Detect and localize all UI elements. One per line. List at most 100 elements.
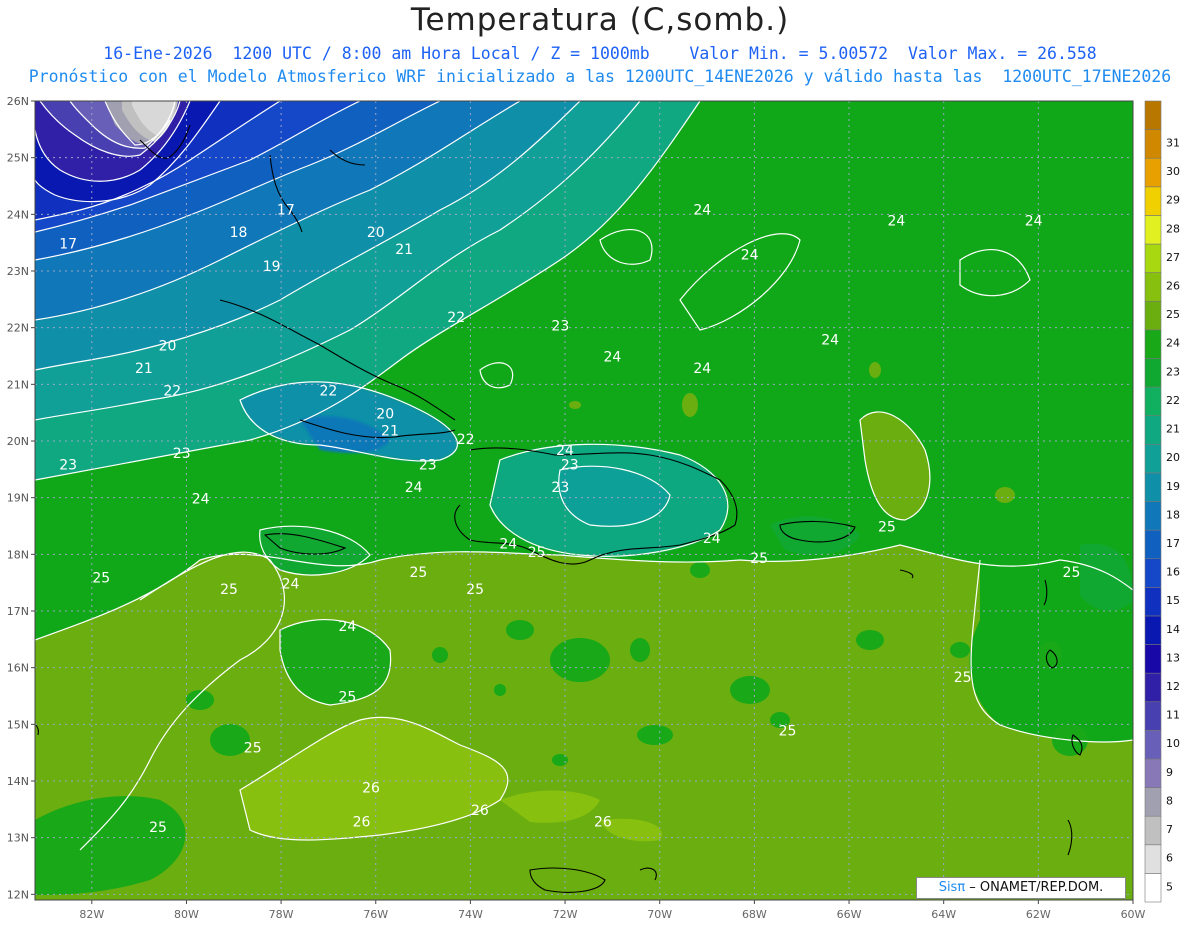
colorbar-label: 20 [1166, 451, 1180, 464]
colorbar-label: 27 [1166, 251, 1180, 264]
contour-label: 20 [367, 225, 385, 241]
colorbar-label: 10 [1166, 737, 1180, 750]
colorbar-label: 31 [1166, 136, 1180, 149]
contour-label: 26 [471, 803, 489, 819]
lon-tick-label: 74W [458, 908, 483, 921]
colorbar-swatch [1144, 243, 1162, 273]
colorbar-swatch [1144, 529, 1162, 560]
colorbar-swatch [1144, 844, 1162, 874]
contour-label: 21 [135, 361, 153, 377]
lat-tick-label: 21N [7, 378, 29, 391]
lon-tick-label: 80W [174, 908, 199, 921]
contour-label: 20 [376, 406, 394, 422]
colorbar-swatch [1144, 100, 1162, 130]
contour-label: 24 [405, 480, 423, 496]
lon-tick-label: 66W [837, 908, 862, 921]
colorbar-label: 18 [1166, 508, 1180, 521]
lat-tick-label: 26N [7, 95, 29, 108]
colorbar-swatch [1144, 587, 1162, 617]
contour-label: 24 [821, 333, 839, 349]
contour-label: 26 [353, 814, 371, 830]
contour-label: 25 [528, 545, 546, 561]
colorbar-label: 11 [1166, 709, 1180, 722]
colorbar-swatch [1144, 186, 1162, 216]
contour-label: 25 [878, 520, 896, 536]
contour-label: 24 [1025, 214, 1043, 230]
colorbar-label: 13 [1166, 651, 1180, 664]
contour-label: 23 [419, 457, 437, 473]
lon-tick-label: 78W [269, 908, 294, 921]
contour-label: 25 [954, 670, 972, 686]
colorbar-swatch [1144, 215, 1162, 245]
colorbar-swatch [1144, 472, 1162, 502]
latitude-axis: 26N 25N 24N 23N 22N 21N 20N 19N 18N 17N 16N 15N 14N 1… [7, 95, 35, 901]
lat-tick-label: 20N [7, 435, 29, 448]
colorbar-label: 30 [1166, 165, 1180, 178]
lat-tick-label: 14N [7, 775, 29, 788]
lat-tick-label: 17N [7, 605, 29, 618]
contour-label: 23 [551, 480, 569, 496]
lon-tick-label: 62W [1026, 908, 1051, 921]
lon-tick-label: 76W [363, 908, 388, 921]
colorbar-swatch [1144, 272, 1162, 302]
contour-label: 19 [263, 259, 281, 275]
colorbar-label: 17 [1166, 537, 1180, 550]
contour-label: 22 [163, 384, 181, 400]
colorbar-swatch [1144, 329, 1162, 359]
colorbar-label: 16 [1166, 566, 1180, 579]
colorbar-label: 24 [1166, 337, 1180, 350]
lon-tick-label: 70W [647, 908, 672, 921]
colorbar-label: 25 [1166, 308, 1180, 321]
contour-label: 25 [92, 571, 110, 587]
colorbar-label: 14 [1166, 623, 1180, 636]
lon-tick-label: 68W [742, 908, 767, 921]
colorbar: 5 6 7 8 9 10 11 12 13 14 15 16 17 18 19 20 21 22 23 24 25 26 2… [1144, 100, 1180, 903]
contour-label: 23 [59, 457, 77, 473]
contour-label: 25 [244, 741, 262, 757]
colorbar-swatch [1144, 558, 1162, 588]
lat-tick-label: 22N [7, 322, 29, 335]
contour-label: 24 [499, 537, 517, 553]
contour-label: 22 [457, 432, 475, 448]
contour-label: 25 [338, 690, 356, 706]
lon-tick-label: 64W [931, 908, 956, 921]
lon-tick-label: 82W [79, 908, 104, 921]
contour-label: 26 [362, 780, 380, 796]
contour-label: 25 [750, 551, 768, 567]
contour-label: 26 [594, 814, 612, 830]
colorbar-swatch [1144, 501, 1162, 531]
colorbar-label: 22 [1166, 394, 1180, 407]
lon-tick-label: 60W [1121, 908, 1146, 921]
colorbar-swatch [1144, 129, 1162, 159]
contour-label: 24 [741, 248, 759, 264]
colorbar-swatch [1144, 157, 1162, 188]
colorbar-swatch [1144, 644, 1162, 674]
colorbar-swatch [1144, 730, 1162, 760]
contour-label: 23 [551, 319, 569, 335]
contour-label: 23 [561, 457, 579, 473]
contour-label: 24 [693, 202, 711, 218]
colorbar-label: 9 [1166, 766, 1173, 779]
contour-label: 20 [159, 338, 177, 354]
contour-label: 24 [192, 491, 210, 507]
colorbar-label: 29 [1166, 194, 1180, 207]
colorbar-swatch [1144, 758, 1162, 788]
colorbar-label: 12 [1166, 680, 1180, 693]
colorbar-swatch [1144, 615, 1162, 645]
colorbar-swatch [1144, 300, 1162, 331]
contour-label: 24 [282, 576, 300, 592]
colorbar-label: 26 [1166, 280, 1180, 293]
contour-label: 24 [703, 531, 721, 547]
colorbar-label: 21 [1166, 423, 1180, 436]
credit-brand: Sisπ [938, 880, 966, 895]
lat-tick-label: 16N [7, 662, 29, 675]
contour-label: 24 [338, 619, 356, 635]
colorbar-swatch [1144, 815, 1162, 846]
contour-label: 25 [149, 820, 167, 836]
colorbar-label: 23 [1166, 365, 1180, 378]
colorbar-swatch [1144, 415, 1162, 445]
contour-label: 25 [220, 582, 238, 598]
lat-tick-label: 23N [7, 265, 29, 278]
longitude-axis: 82W 80W 78W 76W 74W 72W 70W 68W 66W 64W 62W 60W [79, 900, 1146, 921]
credit-box: Sisπ – ONAMET/REP.DOM. [916, 877, 1126, 899]
